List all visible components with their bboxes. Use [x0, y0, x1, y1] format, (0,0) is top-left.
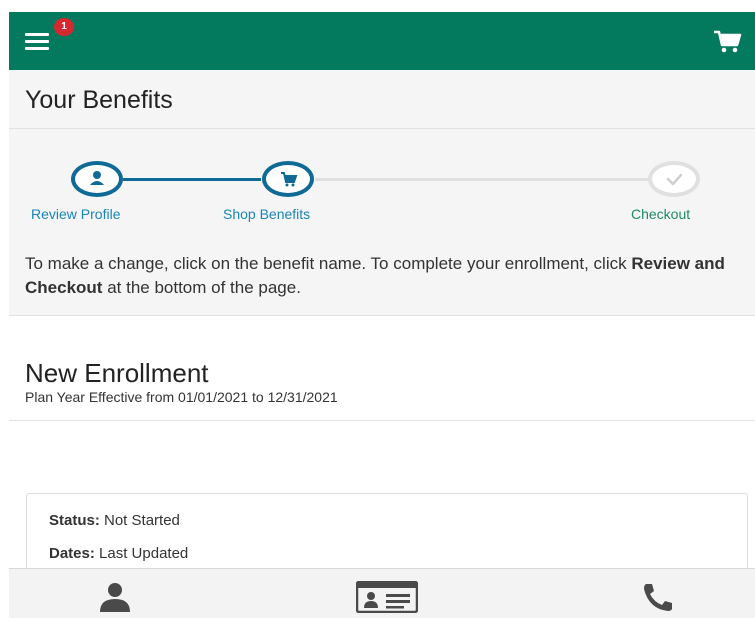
enrollment-divider [9, 420, 755, 421]
dates-line: Dates: Last Updated [49, 545, 189, 562]
status-value: Not Started [99, 512, 180, 529]
dates-value: Last Updated [94, 545, 189, 562]
notification-badge: 1 [54, 18, 74, 36]
step-connector-upcoming [315, 178, 649, 181]
app-frame: 1 Your Benefits Review Profile Shop Bene… [9, 12, 755, 618]
step-review-profile-circle[interactable] [71, 161, 123, 197]
bottom-nav [9, 568, 755, 618]
shopping-cart-icon[interactable] [713, 30, 743, 54]
status-line: Status: Not Started [49, 512, 180, 529]
step-shop-benefits-circle[interactable] [262, 161, 314, 197]
step-shop-benefits-label[interactable]: Shop Benefits [223, 206, 310, 222]
step-checkout-circle[interactable] [648, 161, 700, 197]
step-review-profile-label[interactable]: Review Profile [31, 206, 120, 222]
plan-year-text: Plan Year Effective from 01/01/2021 to 1… [25, 389, 338, 405]
step-checkout-label[interactable]: Checkout [631, 206, 690, 222]
hamburger-menu-icon[interactable] [25, 30, 51, 52]
section-divider-top [9, 315, 755, 316]
phone-icon[interactable] [637, 581, 677, 618]
profile-icon[interactable] [95, 581, 135, 618]
top-bar: 1 [9, 12, 755, 70]
id-card-icon[interactable] [355, 580, 419, 618]
instructions-text: To make a change, click on the benefit n… [25, 254, 725, 297]
enrollment-title: New Enrollment [25, 358, 209, 388]
step-connector-complete [123, 178, 261, 181]
title-divider [9, 128, 755, 129]
page-title: Your Benefits [25, 86, 173, 114]
